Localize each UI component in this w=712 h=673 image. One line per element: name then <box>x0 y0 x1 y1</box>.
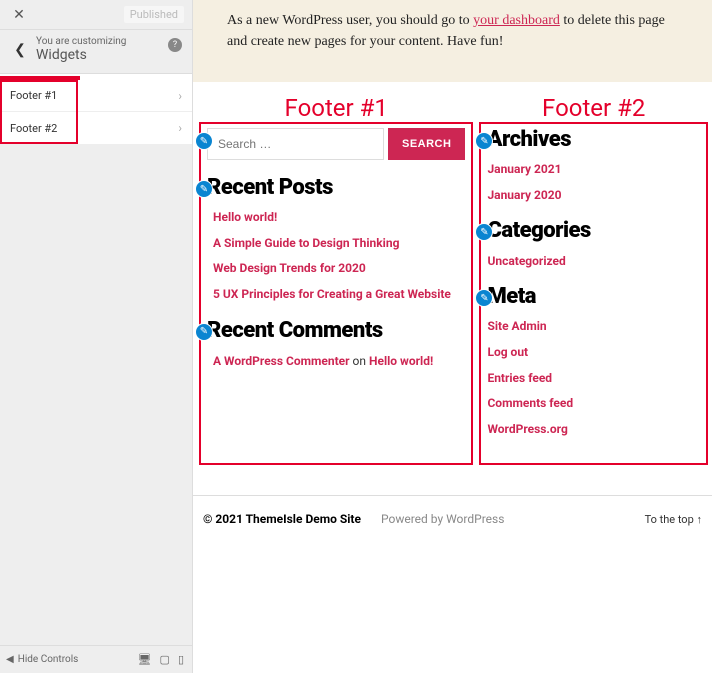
archives-widget: ✎ Archives January 2021 January 2020 <box>487 128 700 203</box>
comment-author-link[interactable]: A WordPress Commenter <box>213 354 350 368</box>
chevron-right-icon: › <box>178 121 182 135</box>
sidebar-footer: ◀ Hide Controls 🖥 ▢ ▯ <box>0 645 192 673</box>
desktop-preview-icon[interactable]: 🖥 <box>138 653 152 666</box>
to-top-link[interactable]: To the top ↑ <box>645 513 702 526</box>
chevron-right-icon: › <box>178 89 182 103</box>
customizing-label: You are customizing <box>36 36 126 47</box>
list-item[interactable]: Site Admin <box>487 319 700 335</box>
list-item[interactable]: WordPress.org <box>487 422 700 438</box>
panel-item-footer-1[interactable]: Footer #1 › <box>0 80 192 112</box>
list-item[interactable]: Uncategorized <box>487 254 700 270</box>
close-button[interactable]: ✕ <box>8 4 30 26</box>
widget-title: Categories <box>487 219 700 243</box>
footer-column-1: Footer #1 ✎ SEARCH ✎ Recent Posts Hello … <box>199 122 473 465</box>
widget-title: Recent Comments <box>207 319 465 343</box>
list-item[interactable]: 5 UX Principles for Creating a Great Web… <box>213 287 465 303</box>
page-content-excerpt: As a new WordPress user, you should go t… <box>193 0 712 82</box>
comment-post-link[interactable]: Hello world! <box>369 354 433 368</box>
sidebar-topbar: ✕ Published <box>0 0 192 30</box>
hide-controls-button[interactable]: ◀ Hide Controls <box>0 654 78 665</box>
dashboard-link[interactable]: your dashboard <box>473 13 560 28</box>
edit-widget-icon[interactable]: ✎ <box>195 323 213 341</box>
edit-widget-icon[interactable]: ✎ <box>195 180 213 198</box>
list-item[interactable]: January 2020 <box>487 188 700 204</box>
sidebar-header: ❮ You are customizing Widgets ? <box>0 30 192 74</box>
site-footer: © 2021 ThemeIsle Demo Site Powered by Wo… <box>193 495 712 544</box>
help-icon[interactable]: ? <box>168 38 182 52</box>
widget-title: Meta <box>487 285 700 309</box>
list-item[interactable]: Entries feed <box>487 371 700 387</box>
search-widget: ✎ SEARCH <box>207 128 465 160</box>
widget-title: Archives <box>487 128 700 152</box>
panel-item-label: Footer #2 <box>10 122 57 135</box>
recent-comments-widget: ✎ Recent Comments A WordPress Commenter … <box>207 319 465 370</box>
tablet-preview-icon[interactable]: ▢ <box>160 653 170 666</box>
copyright-text: © 2021 ThemeIsle Demo Site <box>203 512 361 526</box>
categories-widget: ✎ Categories Uncategorized <box>487 219 700 269</box>
list-item[interactable]: Web Design Trends for 2020 <box>213 261 465 277</box>
customizer-sidebar: ✕ Published ❮ You are customizing Widget… <box>0 0 193 673</box>
powered-by-link[interactable]: Powered by WordPress <box>381 512 504 526</box>
list-item[interactable]: Hello world! <box>213 210 465 226</box>
panel-item-footer-2[interactable]: Footer #2 › <box>0 112 192 144</box>
mobile-preview-icon[interactable]: ▯ <box>178 653 184 666</box>
annotation-label-footer-1: Footer #1 <box>285 94 388 122</box>
site-preview: As a new WordPress user, you should go t… <box>193 0 712 673</box>
search-button[interactable]: SEARCH <box>388 128 465 160</box>
panel-item-label: Footer #1 <box>10 89 57 102</box>
publish-status: Published <box>124 6 184 23</box>
list-item[interactable]: Comments feed <box>487 396 700 412</box>
meta-widget: ✎ Meta Site Admin Log out Entries feed C… <box>487 285 700 437</box>
list-item[interactable]: January 2021 <box>487 162 700 178</box>
annotation-label-footer-2: Footer #2 <box>542 94 645 122</box>
recent-posts-widget: ✎ Recent Posts Hello world! A Simple Gui… <box>207 176 465 303</box>
search-input[interactable] <box>207 128 384 160</box>
list-item[interactable]: A Simple Guide to Design Thinking <box>213 236 465 252</box>
section-title: Widgets <box>36 47 126 63</box>
widget-title: Recent Posts <box>207 176 465 200</box>
list-item[interactable]: Log out <box>487 345 700 361</box>
back-button[interactable]: ❮ <box>10 42 30 58</box>
collapse-icon: ◀ <box>6 654 14 665</box>
edit-widget-icon[interactable]: ✎ <box>195 132 213 150</box>
footer-column-2: Footer #2 ✎ Archives January 2021 Januar… <box>479 122 708 465</box>
